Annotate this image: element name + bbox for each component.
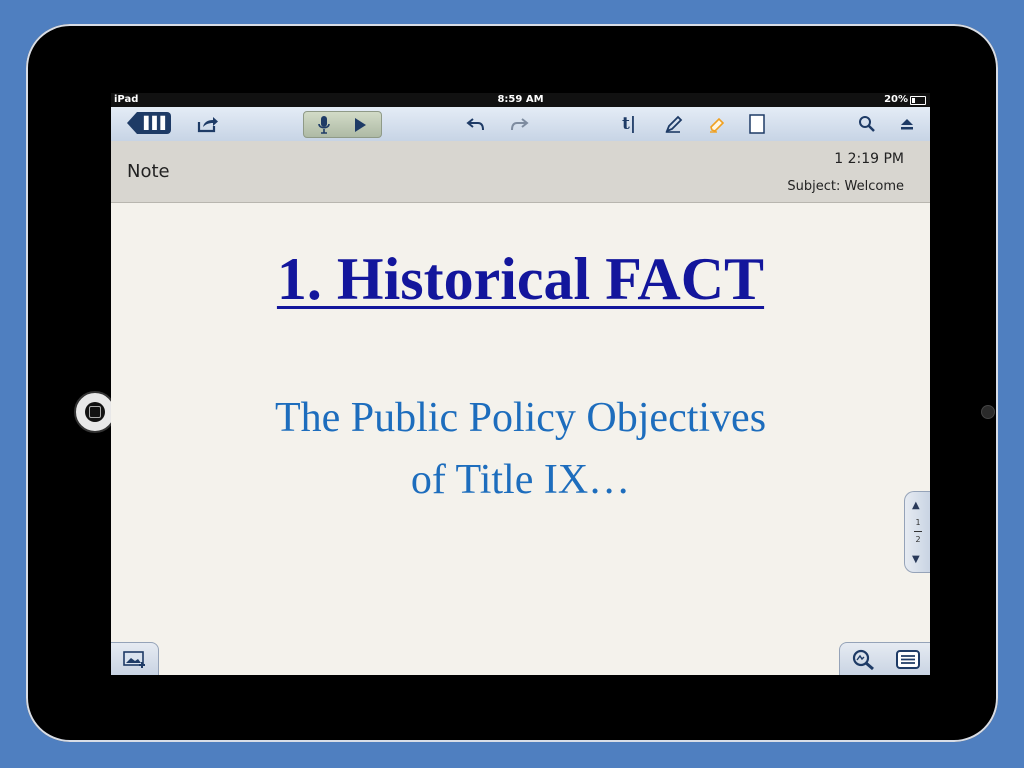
toolbar: ▌▌▌ t| (111, 107, 930, 142)
audio-controls (303, 111, 382, 138)
blank-page-button[interactable] (746, 110, 768, 138)
note-time: 1 2:19 PM (834, 151, 904, 167)
blank-page-icon (749, 114, 765, 134)
slide-subtitle-line-1: The Public Policy Objectives (274, 395, 767, 441)
page-total: 2 (915, 535, 921, 544)
page-divider (914, 531, 922, 532)
highlighter-icon (710, 117, 725, 133)
zoom-button[interactable] (852, 649, 878, 671)
home-button[interactable] (74, 391, 116, 433)
zoom-icon (852, 649, 874, 671)
slide-subtitle: The Public Policy Objectives of Title IX… (111, 387, 930, 511)
share-button[interactable] (193, 110, 223, 138)
app-screen: iPad 8:59 AM 20% ▌▌▌ t| Note 1 2:19 PM S… (111, 93, 930, 675)
page-down-button[interactable]: ▼ (912, 554, 920, 565)
battery-status: 20% (884, 93, 926, 107)
play-button[interactable] (348, 112, 372, 137)
eject-icon (901, 119, 913, 130)
redo-button[interactable] (506, 110, 532, 138)
page-navigator: ▲ 1 2 ▼ (904, 491, 930, 573)
menu-button[interactable] (896, 650, 922, 670)
highlighter-button[interactable] (705, 110, 731, 138)
page-up-button[interactable]: ▲ (912, 500, 920, 511)
undo-button[interactable] (463, 110, 489, 138)
record-button[interactable] (312, 112, 336, 137)
list-icon (896, 650, 920, 669)
pen-button[interactable] (661, 110, 687, 138)
redo-icon (511, 118, 529, 131)
add-image-icon (123, 651, 145, 668)
eject-button[interactable] (895, 110, 919, 138)
note-label: Note (127, 161, 170, 182)
slide-subtitle-line-2: of Title IX… (410, 457, 631, 503)
page-current: 1 (915, 518, 921, 527)
battery-icon (910, 95, 926, 105)
microphone-icon (318, 115, 330, 134)
slide-content: 1. Historical FACT The Public Policy Obj… (111, 203, 930, 643)
pen-icon (665, 115, 683, 133)
library-button[interactable]: ▌▌▌ (127, 112, 171, 134)
undo-icon (466, 118, 484, 131)
bottom-tools (839, 642, 930, 675)
library-icon: ▌▌▌ (144, 116, 170, 130)
camera-icon (981, 405, 995, 419)
note-header: Note 1 2:19 PM Subject: Welcome (111, 141, 930, 203)
battery-percent: 20% (884, 94, 908, 105)
play-icon (355, 117, 366, 132)
search-button[interactable] (855, 110, 879, 138)
add-image-button[interactable] (111, 642, 159, 675)
status-bar: iPad 8:59 AM 20% (111, 93, 930, 107)
text-tool-icon: t| (621, 114, 637, 134)
share-icon (197, 117, 218, 133)
slide-title: 1. Historical FACT (276, 246, 765, 312)
note-subject: Subject: Welcome (787, 179, 904, 194)
search-icon (859, 116, 875, 132)
text-tool-button[interactable]: t| (616, 110, 642, 138)
status-time: 8:59 AM (497, 94, 544, 105)
